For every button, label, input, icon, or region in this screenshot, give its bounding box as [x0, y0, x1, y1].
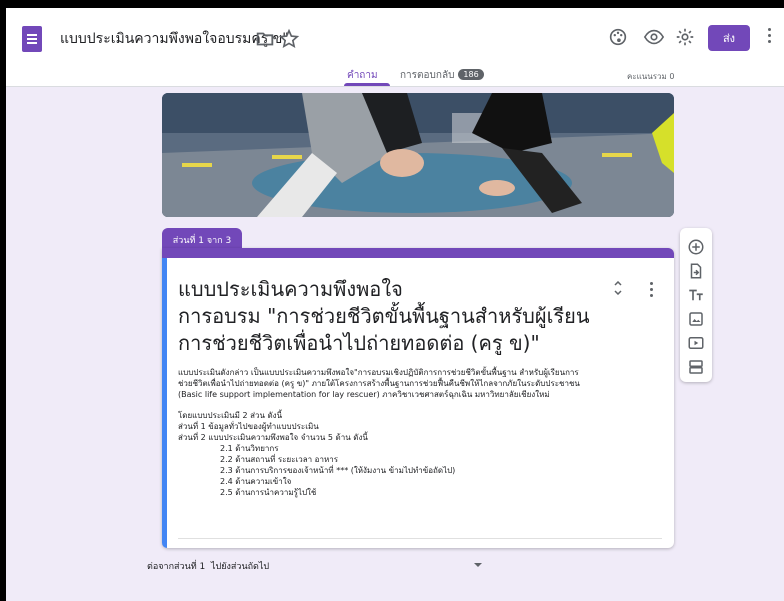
more-vert-icon[interactable] [766, 28, 772, 48]
outline-line: โดยแบบประเมินมี 2 ส่วน ดังนี้ [178, 411, 283, 420]
forms-logo-icon[interactable] [22, 26, 42, 52]
send-button[interactable]: ส่ง [708, 25, 750, 51]
after-section-label: ต่อจากส่วนที่ 1 [147, 562, 206, 572]
side-toolbar [680, 228, 712, 382]
tab-questions[interactable]: คำถาม [347, 68, 378, 83]
header: แบบประเมินความพึงพอใจอบรมครู ข" ส่ง คำถา… [6, 8, 784, 87]
tab-active-indicator [344, 83, 390, 86]
tab-responses-label: การตอบกลับ [400, 70, 455, 81]
add-image-icon[interactable] [687, 310, 705, 328]
section-title-line: การอบรม "การช่วยชีวิตขั้นพื้นฐานสำหรับผู… [178, 304, 590, 328]
header-image [162, 93, 674, 217]
responses-count-badge: 186 [458, 69, 484, 80]
section-description[interactable]: แบบประเมินดังกล่าว เป็นแบบประเมินความพึง… [178, 367, 668, 498]
folder-icon[interactable] [254, 28, 276, 50]
section-title-line: แบบประเมินความพึงพอใจ [178, 277, 403, 301]
section-card[interactable]: แบบประเมินความพึงพอใจ การอบรม "การช่วยชี… [162, 248, 674, 548]
after-section-select[interactable]: ไปยังส่วนถัดไป [211, 562, 269, 572]
description-line: ช่วยชีวิตเพื่อนำไปถ่ายทอดต่อ (ครู ข)" ภา… [178, 379, 580, 388]
section-title[interactable]: แบบประเมินความพึงพอใจ การอบรม "การช่วยชี… [178, 276, 618, 357]
settings-icon[interactable] [674, 26, 696, 48]
form-tabs: คำถาม การตอบกลับ 186 คะแนนรวม 0 [6, 64, 784, 87]
palette-icon[interactable] [607, 26, 629, 48]
after-section-nav[interactable]: ต่อจากส่วนที่ 1 ไปยังส่วนถัดไป [147, 559, 269, 573]
outline-item: 2.2 ด้านสถานที่ ระยะเวลา อาหาร [220, 455, 339, 464]
star-icon[interactable] [278, 28, 300, 50]
card-divider [178, 538, 662, 539]
description-line: (Basic life support implementation for l… [178, 390, 550, 399]
outline-item: 2.3 ด้านการบริการของเจ้าหน้าที่ *** (ให้… [220, 466, 456, 475]
outline-line: ส่วนที่ 2 แบบประเมินความพึงพอใจ จำนวน 5 … [178, 433, 368, 442]
section-title-line: การช่วยชีวิตเพื่อนำไปถ่ายทอดต่อ (ครู ข)" [178, 331, 540, 355]
outline-item: 2.4 ด้านความเข้าใจ [220, 477, 292, 486]
eye-icon[interactable] [643, 26, 665, 48]
outline-item: 2.5 ด้านการนำความรู้ไปใช้ [220, 488, 317, 497]
total-score: คะแนนรวม 0 [627, 72, 675, 81]
collapse-icon[interactable] [612, 280, 624, 296]
app-frame: แบบประเมินความพึงพอใจอบรมครู ข" ส่ง คำถา… [6, 8, 784, 601]
add-section-icon[interactable] [687, 358, 705, 376]
add-question-icon[interactable] [687, 238, 705, 256]
tab-responses[interactable]: การตอบกลับ 186 [400, 68, 484, 83]
dropdown-arrow-icon[interactable] [474, 563, 482, 567]
import-questions-icon[interactable] [687, 262, 705, 280]
add-title-icon[interactable] [687, 286, 705, 304]
active-section-indicator [162, 258, 167, 548]
outline-line: ส่วนที่ 1 ข้อมูลทั่วไปของผู้ทำแบบประเมิน [178, 422, 319, 431]
section-more-icon[interactable] [648, 282, 654, 298]
description-line: แบบประเมินดังกล่าว เป็นแบบประเมินความพึง… [178, 368, 579, 377]
add-video-icon[interactable] [687, 334, 705, 352]
outline-item: 2.1 ด้านวิทยากร [220, 444, 279, 453]
